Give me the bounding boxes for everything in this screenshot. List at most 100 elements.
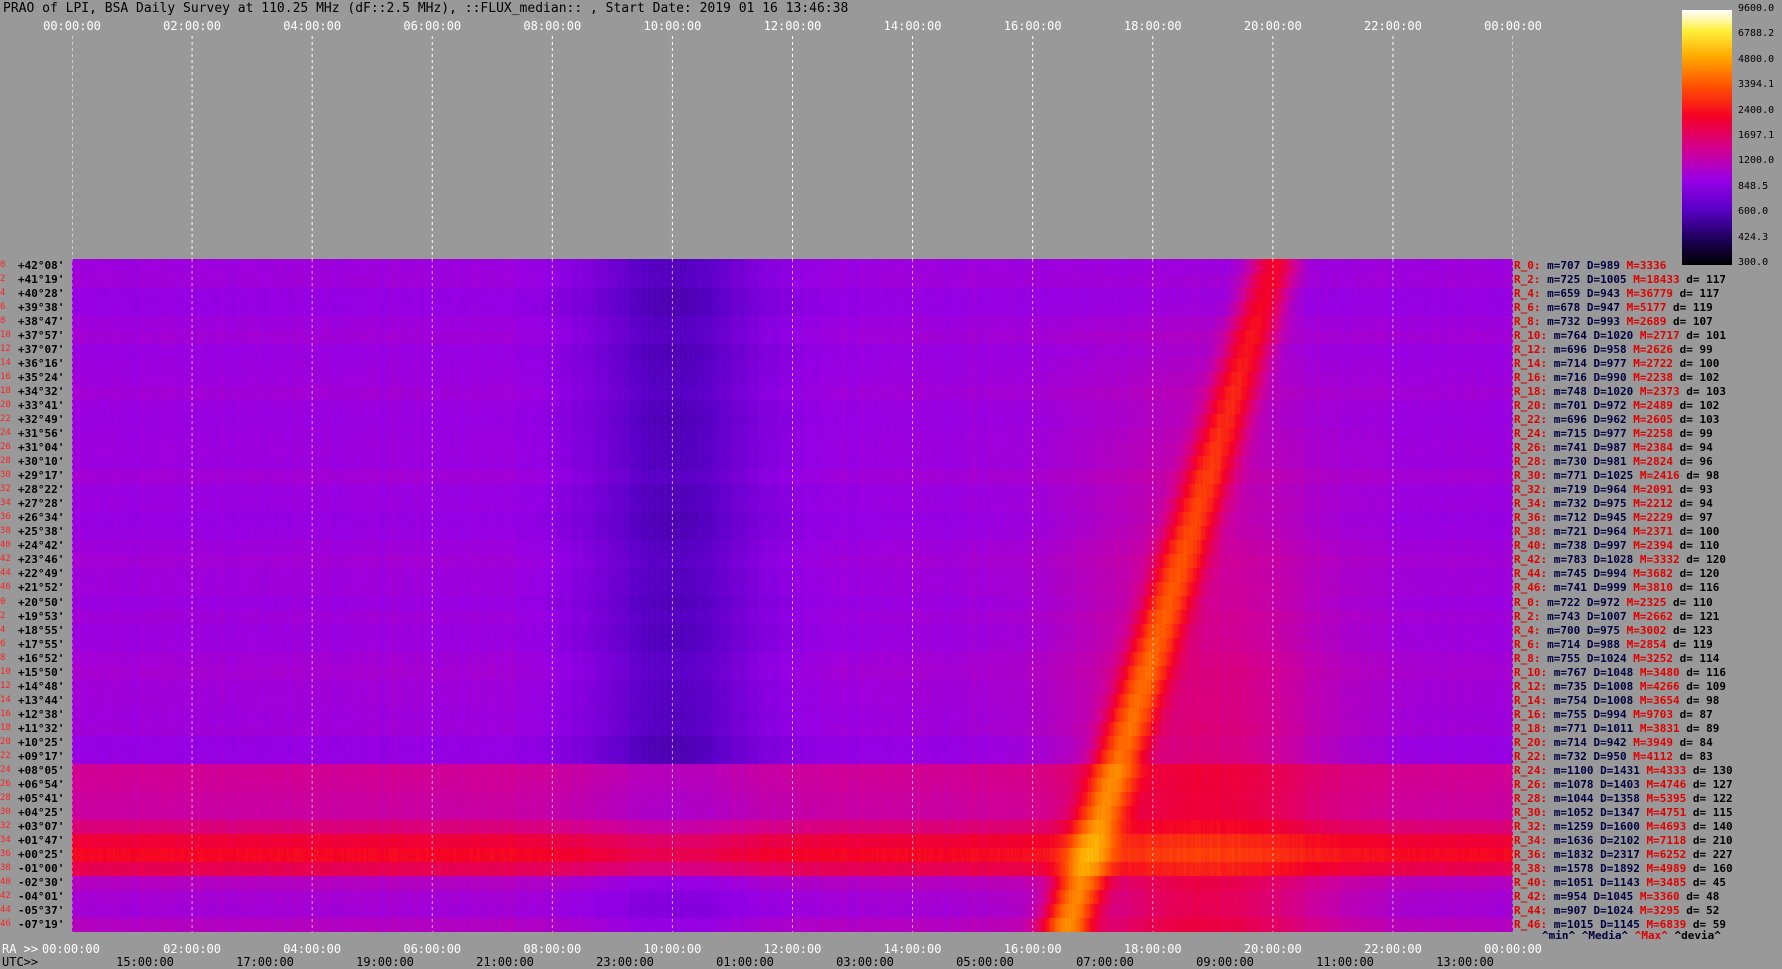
stat-m: m=1100 xyxy=(1553,763,1601,777)
stat-D: D=1011 xyxy=(1593,721,1640,735)
dec-label: +04°25' xyxy=(18,805,65,819)
stat-m: m=716 xyxy=(1553,371,1594,385)
stat-m: m=659 xyxy=(1547,287,1587,301)
upper-empty-area xyxy=(72,36,1513,259)
row-stat: R_46: m=741 D=999 M=3810 d= 116 xyxy=(1514,582,1719,593)
stat-M: M=2394 xyxy=(1633,539,1680,553)
stat-label: R_44: xyxy=(1514,567,1554,581)
stat-D: D=1600 xyxy=(1600,819,1647,833)
utc-tick-label: 03:00:00 xyxy=(836,955,894,969)
ra-tick-label: 20:00:00 xyxy=(1243,942,1302,956)
top-tick-label: 16:00:00 xyxy=(1003,19,1062,33)
stat-M: M=2489 xyxy=(1633,399,1680,413)
stat-m: m=721 xyxy=(1553,525,1594,539)
top-tick-label: 14:00:00 xyxy=(883,19,942,33)
stat-d: d= 116 xyxy=(1686,665,1726,679)
stat-D: D=1008 xyxy=(1593,679,1640,693)
stat-d: d= 99 xyxy=(1679,343,1713,357)
stat-d: d= 123 xyxy=(1672,623,1713,637)
stat-label: R_44: xyxy=(1514,903,1554,917)
row-index: 44 xyxy=(0,568,11,579)
stat-M: M=3295 xyxy=(1639,903,1687,917)
stat-d: d= 98 xyxy=(1686,469,1720,483)
stat-D: D=2317 xyxy=(1600,847,1647,861)
stat-label: R_16: xyxy=(1514,707,1554,721)
stat-d: d= 84 xyxy=(1679,735,1713,749)
stat-m: m=1052 xyxy=(1553,805,1601,819)
stat-m: m=696 xyxy=(1553,413,1594,427)
dec-label: +08°05' xyxy=(18,763,65,777)
ra-tick-label: 08:00:00 xyxy=(523,942,582,956)
stat-label: R_40: xyxy=(1514,539,1554,553)
stat-M: M=5177 xyxy=(1626,301,1673,315)
stat-D: D=1431 xyxy=(1600,763,1647,777)
dec-label: +27°28' xyxy=(18,497,65,511)
stat-label: R_32: xyxy=(1514,819,1554,833)
row-index: 0 xyxy=(0,260,6,270)
stat-label: R_6: xyxy=(1514,637,1548,651)
stat-label: R_4: xyxy=(1514,623,1548,637)
stat-M: M=4112 xyxy=(1633,749,1680,763)
dec-label: +38°47' xyxy=(18,315,65,329)
stat-m: m=954 xyxy=(1553,889,1594,903)
stat-label: R_14: xyxy=(1514,357,1554,371)
ra-tick-label: 04:00:00 xyxy=(283,942,342,956)
dec-label: +25°38' xyxy=(18,525,65,539)
stat-D: D=947 xyxy=(1586,301,1627,315)
stat-label: R_38: xyxy=(1514,525,1554,539)
dec-label: +22°49' xyxy=(18,567,65,581)
row-index: 10 xyxy=(0,330,11,341)
stat-m: m=725 xyxy=(1547,273,1587,287)
row-stat: R_40: m=738 D=997 M=2394 d= 110 xyxy=(1514,540,1719,551)
stat-M: M=3480 xyxy=(1639,665,1687,679)
dec-label: +39°38' xyxy=(18,301,65,315)
stat-label: R_16: xyxy=(1514,371,1554,385)
stat-label: R_2: xyxy=(1514,273,1548,287)
stat-d: d= 98 xyxy=(1686,693,1720,707)
stat-d: d= 107 xyxy=(1672,315,1713,329)
stat-m: m=755 xyxy=(1553,707,1594,721)
row-stat: R_10: m=767 D=1048 M=3480 d= 116 xyxy=(1514,667,1726,678)
stat-m: m=748 xyxy=(1553,385,1594,399)
dec-label: +26°34' xyxy=(18,511,65,525)
stat-m: m=1259 xyxy=(1553,819,1601,833)
stat-D: D=1143 xyxy=(1600,875,1647,889)
stat-D: D=964 xyxy=(1593,483,1634,497)
stat-d: d= 210 xyxy=(1692,833,1733,847)
stat-m: m=735 xyxy=(1553,679,1594,693)
row-index: 32 xyxy=(0,484,11,495)
stat-label: R_26: xyxy=(1514,777,1554,791)
row-stat: R_18: m=771 D=1011 M=3831 d= 89 xyxy=(1514,723,1719,734)
stat-M: M=2384 xyxy=(1633,441,1680,455)
stat-label: R_10: xyxy=(1514,329,1554,343)
colorbar xyxy=(1682,10,1732,265)
row-stat: R_44: m=907 D=1024 M=3295 d= 52 xyxy=(1514,905,1719,916)
stat-M: M=6252 xyxy=(1646,847,1693,861)
stat-D: D=943 xyxy=(1586,287,1627,301)
stat-M: M=4693 xyxy=(1646,819,1693,833)
dec-label: +34°32' xyxy=(18,385,65,399)
stat-D: D=987 xyxy=(1593,441,1634,455)
stat-m: m=741 xyxy=(1553,441,1594,455)
dec-label: -04°01' xyxy=(18,889,65,903)
legend-dev: ^devia^ xyxy=(1674,929,1721,942)
row-stat: R_42: m=783 D=1028 M=3332 d= 120 xyxy=(1514,554,1726,565)
stat-D: D=993 xyxy=(1586,315,1627,329)
ra-prefix: RA >> xyxy=(2,942,39,956)
stat-M: M=18433 xyxy=(1633,273,1687,287)
row-index: 8 xyxy=(0,652,6,663)
stat-m: m=732 xyxy=(1553,749,1594,763)
stat-D: D=975 xyxy=(1593,497,1634,511)
colorbar-tick-label: 4800.0 xyxy=(1738,53,1775,65)
stat-d: d= 89 xyxy=(1686,721,1720,735)
dec-label: +36°16' xyxy=(18,357,65,371)
colorbar-tick-label: 1200.0 xyxy=(1738,155,1775,167)
dec-label: +37°57' xyxy=(18,329,65,343)
stat-D: D=1347 xyxy=(1600,805,1647,819)
stat-m: m=712 xyxy=(1553,511,1594,525)
stat-label: R_34: xyxy=(1514,497,1554,511)
utc-prefix: UTC>> xyxy=(2,955,39,969)
colorbar-tick-label: 848.5 xyxy=(1738,180,1769,192)
stat-D: D=1024 xyxy=(1593,903,1640,917)
row-stat: R_24: m=715 D=977 M=2258 d= 99 xyxy=(1514,428,1713,439)
